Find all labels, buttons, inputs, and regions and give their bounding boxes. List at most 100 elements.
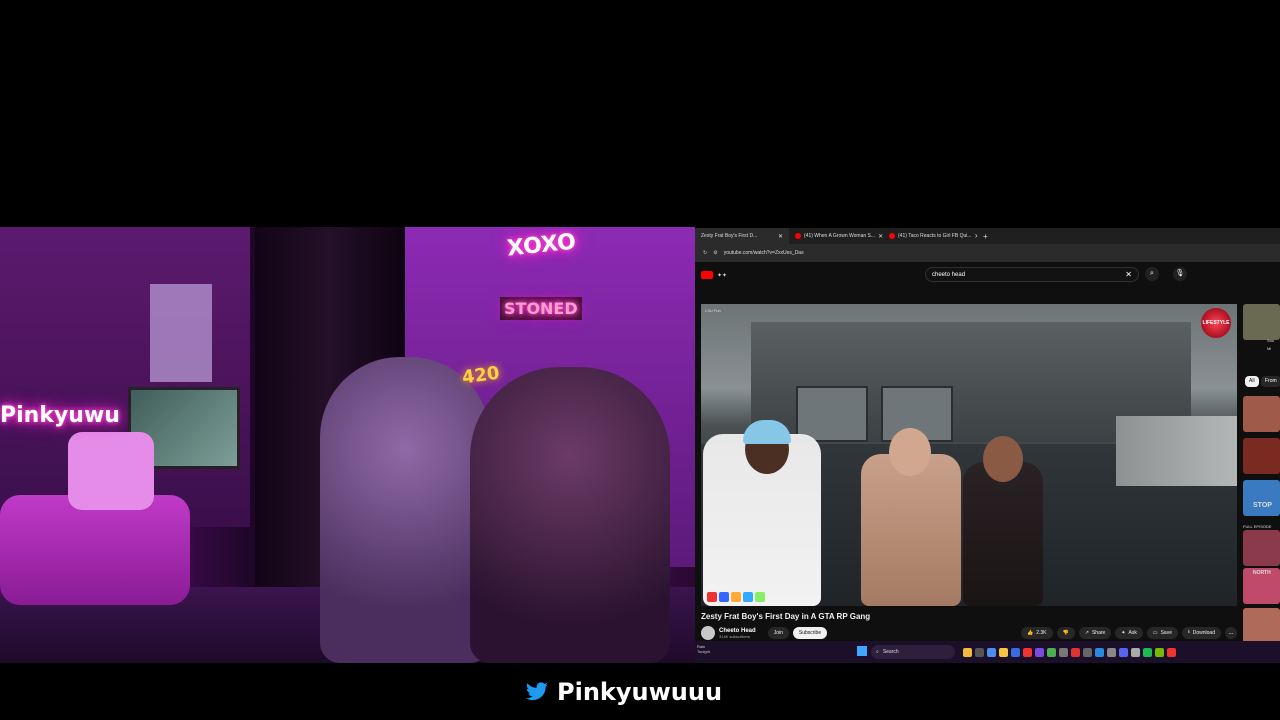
chip-from[interactable]: From bbox=[1261, 376, 1280, 387]
close-icon[interactable]: ✕ bbox=[1125, 270, 1132, 279]
share-button[interactable]: ↗ Share bbox=[1078, 627, 1112, 639]
like-button[interactable]: 👍 2.3K bbox=[1020, 627, 1053, 639]
weather-widget[interactable]: Rain Tonight bbox=[697, 644, 710, 654]
close-icon[interactable]: ✕ bbox=[778, 233, 783, 240]
youtube-logo-icon[interactable] bbox=[701, 271, 713, 279]
youtube-favicon-icon bbox=[795, 233, 801, 239]
browser-window: Zesty Frat Boy's First D... ✕ (41) When … bbox=[695, 228, 1280, 663]
ask-button[interactable]: ✦ Ask bbox=[1115, 627, 1143, 639]
tab-bar: Zesty Frat Boy's First D... ✕ (41) When … bbox=[695, 228, 1280, 244]
taskbar-app-icon[interactable] bbox=[963, 647, 972, 657]
taskbar-app-icon[interactable] bbox=[1023, 647, 1032, 657]
recommendations-sidebar: Sou Mi All From STOP FULL EPISODE NORTH bbox=[1241, 304, 1280, 644]
taskbar-app-icon[interactable] bbox=[1155, 647, 1164, 657]
download-icon: ⭳ bbox=[1187, 629, 1190, 635]
subscribe-button[interactable]: Subscribe bbox=[792, 627, 828, 639]
share-icon: ↗ bbox=[1084, 630, 1089, 636]
twitter-bird-icon bbox=[525, 682, 548, 701]
game-character-right bbox=[963, 436, 1043, 606]
overlay-icon bbox=[719, 592, 729, 602]
neon-sign-name: Pinkyuwu bbox=[0, 403, 120, 428]
taskbar-app-icon[interactable] bbox=[1107, 647, 1116, 657]
taskbar-apps bbox=[963, 647, 1176, 657]
more-options-button[interactable]: ... bbox=[1225, 627, 1237, 639]
recommendation-thumbnail[interactable] bbox=[1243, 304, 1280, 340]
save-button[interactable]: ▭ Save bbox=[1146, 627, 1178, 639]
overlay-icon bbox=[731, 592, 741, 602]
dislike-button[interactable]: 👎 bbox=[1056, 627, 1075, 639]
chip-all[interactable]: All bbox=[1245, 376, 1259, 387]
taskbar-app-icon[interactable] bbox=[1131, 647, 1140, 657]
sofa-cushion bbox=[68, 432, 154, 510]
taskbar-app-icon[interactable] bbox=[1167, 647, 1176, 657]
address-bar: ↻ ⚙ youtube.com/watch?v=ZxxUes_Das bbox=[695, 244, 1280, 262]
game-character-center bbox=[861, 428, 961, 606]
thumbnail-text: STOP bbox=[1253, 502, 1272, 509]
video-player[interactable]: LSU Fun LIFESTYLE bbox=[701, 304, 1237, 606]
sofa bbox=[0, 495, 190, 605]
download-label: Download bbox=[1192, 630, 1215, 636]
recommendation-thumbnail[interactable]: STOP bbox=[1243, 480, 1280, 516]
taskbar-app-icon[interactable] bbox=[1143, 647, 1152, 657]
save-label: Save bbox=[1160, 630, 1172, 636]
recommendation-thumbnail[interactable] bbox=[1243, 438, 1280, 474]
recommendation-thumbnail[interactable]: NORTH bbox=[1243, 568, 1280, 604]
browser-tab-3[interactable]: (41) Taco Reacts to Girl FB Qui... ✕ bbox=[883, 228, 977, 244]
player-corner-label: LSU Fun bbox=[705, 308, 721, 313]
search-icon: ⌕ bbox=[876, 649, 879, 655]
wall-poster bbox=[150, 284, 212, 382]
windows-start-icon[interactable] bbox=[857, 646, 867, 656]
taskbar-app-icon[interactable] bbox=[1035, 647, 1044, 657]
recommendation-thumbnail[interactable] bbox=[1243, 530, 1280, 566]
join-button[interactable]: Join bbox=[767, 627, 789, 639]
recommendation-thumbnail[interactable] bbox=[1243, 608, 1280, 644]
garage-door bbox=[796, 386, 868, 442]
new-tab-button[interactable]: + bbox=[977, 232, 994, 241]
taskbar-app-icon[interactable] bbox=[1059, 647, 1068, 657]
channel-avatar[interactable] bbox=[701, 626, 715, 640]
taskbar-app-icon[interactable] bbox=[999, 647, 1008, 657]
logo-doodle-icon: ✦✦ bbox=[717, 272, 728, 279]
tab-title: (41) When A Grown Woman S... bbox=[804, 233, 876, 239]
ask-label: Ask bbox=[1128, 630, 1137, 636]
bookmark-icon: ▭ bbox=[1152, 630, 1158, 636]
like-count: 2.3K bbox=[1036, 630, 1047, 636]
mic-icon[interactable]: 🎙 bbox=[1173, 267, 1187, 281]
site-info-icon[interactable]: ⚙ bbox=[713, 250, 717, 256]
search-input[interactable]: cheeto head ✕ bbox=[925, 267, 1139, 282]
overlay-icon bbox=[743, 592, 753, 602]
overlay-icon bbox=[755, 592, 765, 602]
recommendation-thumbnail[interactable] bbox=[1243, 396, 1280, 432]
channel-watermark: LIFESTYLE bbox=[1201, 308, 1231, 338]
url-field[interactable]: youtube.com/watch?v=ZxxUes_Das bbox=[724, 250, 804, 256]
video-title: Zesty Frat Boy's First Day in A GTA RP G… bbox=[701, 612, 871, 621]
reload-icon[interactable]: ↻ bbox=[703, 250, 707, 256]
search-icon[interactable]: ⌕ bbox=[1145, 267, 1159, 281]
game-character-left bbox=[703, 420, 821, 606]
thumbs-up-icon: 👍 bbox=[1026, 630, 1034, 636]
browser-tab-2[interactable]: (41) When A Grown Woman S... ✕ bbox=[789, 228, 883, 244]
channel-info: Cheeto Head 314K subscribers bbox=[719, 628, 756, 639]
player-overlay-icons bbox=[707, 592, 765, 602]
twitter-handle-overlay: Pinkyuwuuu bbox=[525, 678, 722, 706]
taskbar-search[interactable]: ⌕ Search bbox=[871, 645, 955, 659]
subscriber-count: 314K subscribers bbox=[719, 633, 750, 639]
taskbar-app-icon[interactable] bbox=[1083, 647, 1092, 657]
taskbar-app-icon[interactable] bbox=[987, 647, 996, 657]
taskbar-app-icon[interactable] bbox=[1047, 647, 1056, 657]
download-button[interactable]: ⭳ Download bbox=[1181, 627, 1221, 639]
sparkle-icon: ✦ bbox=[1121, 630, 1126, 636]
overlay-icon bbox=[707, 592, 717, 602]
taskbar-app-icon[interactable] bbox=[1011, 647, 1020, 657]
stream-canvas: XOXO STONED Pinkyuwu 420 Zesty Frat Boy'… bbox=[0, 0, 1280, 720]
browser-tab-1[interactable]: Zesty Frat Boy's First D... ✕ bbox=[695, 228, 789, 244]
taskbar-app-icon[interactable] bbox=[1071, 647, 1080, 657]
taskbar-app-icon[interactable] bbox=[1095, 647, 1104, 657]
guest-figure bbox=[470, 367, 670, 663]
taskbar-search-label: Search bbox=[882, 649, 899, 655]
taskbar-app-icon[interactable] bbox=[1119, 647, 1128, 657]
taskbar-app-icon[interactable] bbox=[975, 647, 984, 657]
tab-title: Zesty Frat Boy's First D... bbox=[701, 233, 758, 239]
search-query: cheeto head bbox=[932, 271, 966, 278]
share-label: Share bbox=[1091, 630, 1106, 636]
